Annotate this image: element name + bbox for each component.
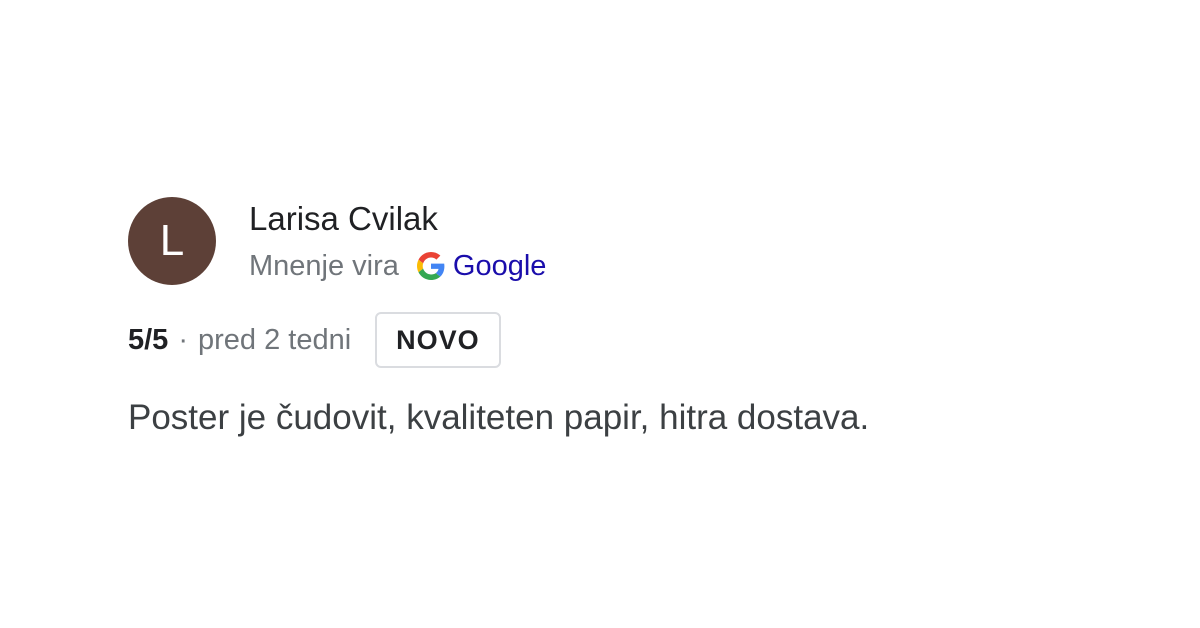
source-label: Mnenje vira: [249, 250, 399, 282]
review-meta: 5/5 · pred 2 tedni NOVO: [128, 312, 1128, 368]
review-card: L Larisa Cvilak Mnenje vira Google 5/5 ·: [128, 197, 1128, 440]
author-name[interactable]: Larisa Cvilak: [249, 199, 546, 239]
review-header: L Larisa Cvilak Mnenje vira Google: [128, 197, 1128, 285]
review-time: pred 2 tedni: [198, 323, 352, 356]
google-g-icon: [416, 252, 445, 280]
rating: 5/5: [128, 323, 169, 356]
review-source: Mnenje vira Google: [249, 248, 546, 284]
author-block: Larisa Cvilak Mnenje vira Google: [249, 199, 546, 284]
review-text: Poster je čudovit, kvaliteten papir, hit…: [128, 398, 870, 437]
avatar: L: [128, 197, 216, 285]
new-badge: NOVO: [375, 312, 501, 368]
google-source-link[interactable]: Google: [453, 248, 547, 284]
avatar-letter: L: [159, 216, 185, 265]
separator-dot: ·: [178, 323, 188, 356]
